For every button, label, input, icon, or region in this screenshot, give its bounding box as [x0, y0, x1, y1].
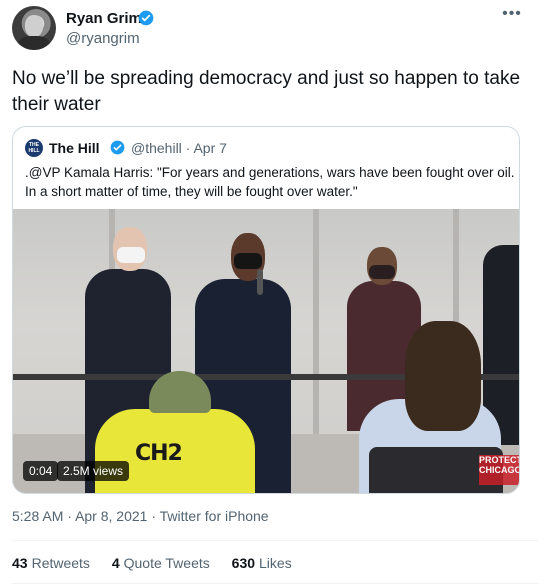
tweet-date[interactable]: Apr 8, 2021	[75, 508, 147, 524]
quote-video[interactable]: CH2 PROTECT CHICAGO 0:04 2.5M views	[13, 209, 519, 493]
video-duration: 0:04	[23, 461, 59, 481]
person-center-mask	[234, 253, 262, 269]
likes-stat[interactable]: 630 Likes	[232, 555, 292, 571]
retweets-stat[interactable]: 43 Retweets	[12, 555, 90, 571]
tweet-meta: 5:28 AM · Apr 8, 2021 · Twitter for iPho…	[12, 508, 269, 524]
quote-tweet[interactable]: THE HILL The Hill @thehill · Apr 7 .@VP …	[12, 126, 520, 494]
quote-tweets-label: Quote Tweets	[123, 555, 210, 571]
likes-count: 630	[231, 555, 256, 571]
quote-avatar[interactable]: THE HILL	[25, 139, 43, 157]
verified-badge-icon	[138, 10, 154, 26]
more-horizontal-icon[interactable]: •••	[500, 6, 524, 26]
audience-hair	[405, 321, 481, 431]
person-right-mask	[369, 265, 395, 279]
divider	[12, 540, 538, 541]
author-avatar[interactable]	[12, 6, 56, 50]
quote-text: .@VP Kamala Harris: "For years and gener…	[25, 165, 515, 199]
likes-label: Likes	[259, 555, 292, 571]
quote-tweets-count: 4	[111, 555, 120, 571]
video-watermark: PROTECT CHICAGO	[479, 455, 519, 485]
quote-author-name[interactable]: The Hill	[49, 140, 100, 156]
tweet-stats: 43 Retweets 4 Quote Tweets 630 Likes	[12, 555, 310, 571]
avatar-body	[18, 36, 50, 50]
retweets-label: Retweets	[31, 555, 90, 571]
person-left-mask	[117, 247, 145, 263]
avatar-face	[25, 15, 43, 37]
quote-verified-badge-icon	[110, 140, 125, 155]
tweet-source[interactable]: Twitter for iPhone	[160, 508, 269, 524]
video-views: 2.5M views	[57, 461, 130, 481]
retweets-count: 43	[12, 555, 28, 571]
microphone	[257, 269, 263, 295]
vest-text: CH2	[135, 441, 183, 466]
tweet-text: No we’ll be spreading democracy and just…	[12, 68, 521, 115]
quote-handle-date: @thehill · Apr 7	[131, 140, 227, 156]
author-handle[interactable]: @ryangrim	[66, 30, 140, 47]
author-name[interactable]: Ryan Grim	[66, 10, 142, 27]
meta-separator: ·	[151, 508, 157, 524]
quote-tweets-stat[interactable]: 4 Quote Tweets	[112, 555, 210, 571]
meta-separator: ·	[67, 508, 72, 524]
tweet-time[interactable]: 5:28 AM	[12, 508, 63, 524]
tweet: Ryan Grim @ryangrim ••• No we’ll be spre…	[0, 0, 550, 584]
